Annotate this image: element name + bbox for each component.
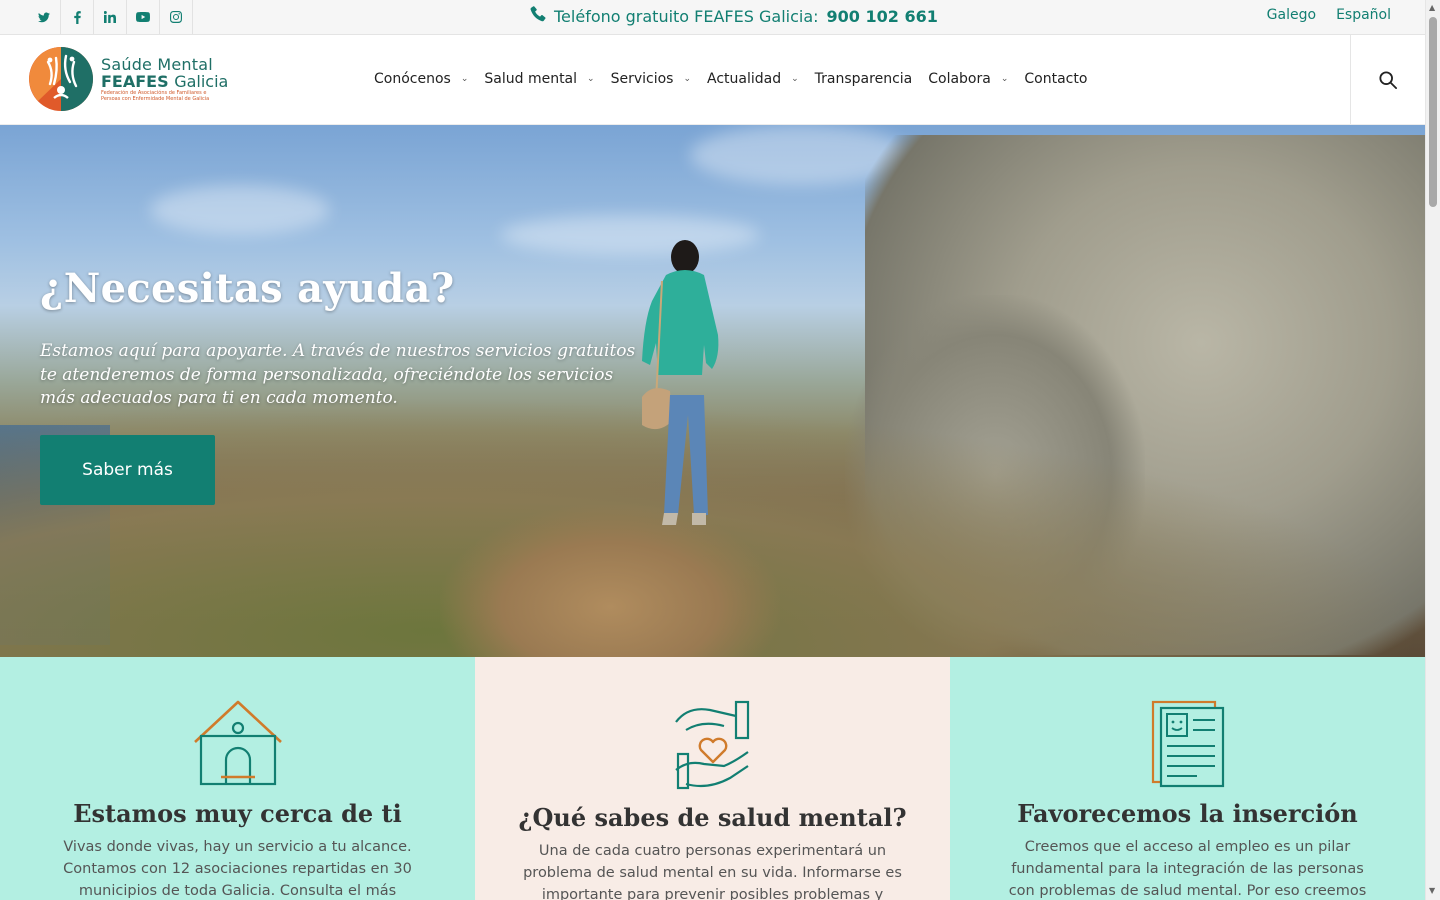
chevron-down-icon: ⌄ [460, 74, 469, 84]
nav-label: Contacto [1024, 71, 1088, 87]
hero-person-image [642, 240, 719, 525]
phone-icon [530, 6, 546, 26]
phone-label: Teléfono gratuito FEAFES Galicia: [554, 6, 819, 26]
resume-document-icon [1151, 700, 1224, 788]
scroll-up-icon[interactable]: ▲ [1429, 3, 1435, 12]
search-icon [1379, 70, 1397, 89]
hero-text: Estamos aquí para apoyarte. A través de … [40, 341, 636, 408]
nav-label: Colabora [928, 71, 991, 87]
facebook-icon[interactable] [61, 0, 94, 34]
logo-line-1: Saúde Mental [101, 55, 213, 74]
feature-title: ¿Qué sabes de salud mental? [518, 803, 907, 832]
feature-card-near-you: Estamos muy cerca de ti Vivas donde viva… [0, 657, 475, 900]
nav-contacto[interactable]: Contacto [1024, 71, 1087, 87]
main-nav: Conócenos ⌄ Salud mental ⌄ Servicios ⌄ A… [374, 71, 1103, 87]
house-icon [193, 700, 282, 786]
youtube-icon[interactable] [127, 0, 160, 34]
social-links [28, 0, 193, 34]
hero-cloud [150, 185, 330, 235]
hero-path [440, 505, 780, 657]
hands-heart-icon [674, 700, 749, 790]
search-button[interactable] [1350, 35, 1425, 124]
hero-title: ¿Necesitas ayuda? [40, 265, 455, 312]
site-header: Saúde Mental FEAFES Galicia Federación d… [0, 35, 1425, 125]
nav-servicios[interactable]: Servicios ⌄ [611, 71, 691, 87]
chevron-down-icon: ⌄ [791, 74, 799, 84]
feature-title: Estamos muy cerca de ti [73, 799, 402, 828]
scroll-down-icon[interactable]: ▼ [1429, 886, 1435, 895]
logo-mark-icon [29, 47, 93, 111]
lang-galego[interactable]: Galego [1267, 7, 1316, 23]
feature-text: Una de cada cuatro personas experimentar… [523, 843, 902, 900]
top-bar: Teléfono gratuito FEAFES Galicia: 900 10… [0, 0, 1425, 35]
chevron-down-icon: ⌄ [1000, 74, 1009, 84]
feature-card-insertion: Favorecemos la inserción Creemos que el … [950, 657, 1425, 900]
nav-salud-mental[interactable]: Salud mental ⌄ [484, 71, 594, 87]
feature-card-mental-health: ¿Qué sabes de salud mental? Una de cada … [475, 657, 950, 900]
scrollbar-thumb[interactable] [1429, 17, 1437, 207]
chevron-down-icon: ⌄ [683, 74, 692, 84]
site-logo[interactable]: Saúde Mental FEAFES Galicia Federación d… [28, 46, 228, 112]
nav-label: Transparencia [814, 71, 913, 87]
twitter-icon[interactable] [28, 0, 61, 34]
features-row: Estamos muy cerca de ti Vivas donde viva… [0, 657, 1425, 900]
phone-number[interactable]: 900 102 661 [827, 7, 938, 26]
free-phone-line[interactable]: Teléfono gratuito FEAFES Galicia: 900 10… [530, 6, 938, 26]
hero-banner: ¿Necesitas ayuda? Estamos aquí para apoy… [0, 125, 1425, 657]
logo-subtitle: Federación de Asociacións de Familiares … [101, 90, 210, 102]
chevron-down-icon: ⌄ [587, 74, 595, 84]
nav-transparencia[interactable]: Transparencia [815, 71, 913, 87]
learn-more-button[interactable]: Saber más [40, 435, 215, 505]
nav-conocenos[interactable]: Conócenos ⌄ [374, 71, 468, 87]
lang-espanol[interactable]: Español [1336, 7, 1391, 23]
feature-title: Favorecemos la inserción [1017, 799, 1358, 828]
linkedin-icon[interactable] [94, 0, 127, 34]
logo-galicia: Galicia [174, 72, 229, 91]
nav-label: Conócenos [374, 71, 451, 87]
nav-actualidad[interactable]: Actualidad ⌄ [707, 71, 799, 87]
instagram-icon[interactable] [160, 0, 193, 34]
feature-text: Creemos que el acceso al empleo es un pi… [1008, 839, 1367, 899]
logo-feafes: FEAFES [101, 72, 169, 91]
language-switcher: Galego Español [1267, 7, 1391, 23]
page-scrollbar[interactable]: ▲ ▼ [1425, 0, 1440, 900]
feature-text: Vivas donde vivas, hay un servicio a tu … [63, 839, 412, 899]
logo-line-2: FEAFES Galicia [101, 73, 228, 90]
nav-label: Actualidad [707, 71, 782, 87]
nav-label: Servicios [610, 71, 674, 87]
nav-label: Salud mental [484, 71, 578, 87]
nav-colabora[interactable]: Colabora ⌄ [928, 71, 1008, 87]
